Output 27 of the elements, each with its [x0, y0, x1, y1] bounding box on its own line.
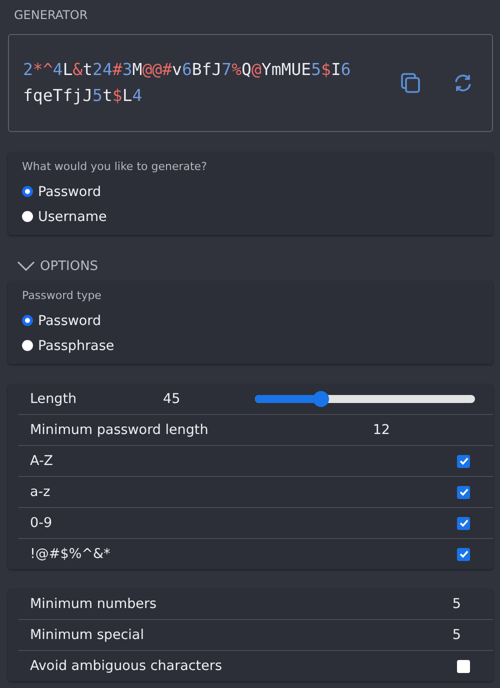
setting-label: a-z [30, 484, 50, 500]
setting-value: 45 [163, 391, 182, 407]
checkbox[interactable] [457, 660, 470, 672]
setting-label: Minimum special [30, 627, 144, 643]
setting-label: Minimum numbers [30, 596, 157, 612]
radio-option[interactable]: Password [22, 308, 102, 333]
number-field[interactable]: 5 [452, 596, 461, 612]
number-field[interactable]: 5 [452, 627, 461, 643]
setting-label: Minimum password length [30, 422, 208, 438]
checkbox[interactable] [457, 486, 470, 498]
radio-option[interactable]: Passphrase [22, 333, 114, 358]
setting-label: Length [30, 391, 78, 407]
radio-option[interactable]: Username [22, 204, 107, 229]
checkbox[interactable] [457, 454, 470, 468]
setting-label: A-Z [30, 453, 54, 469]
card-label: What would you like to generate? [22, 160, 208, 173]
chevron-icon [16, 260, 36, 272]
setting-label: 0-9 [30, 515, 52, 531]
card-label: Password type [22, 289, 102, 302]
section-title: GENERATOR [14, 8, 88, 22]
setting-label: Avoid ambiguous characters [30, 658, 222, 674]
options-toggle[interactable]: OPTIONS [0, 251, 98, 281]
setting-label: !@#$%^&* [30, 546, 110, 562]
checkbox[interactable] [457, 516, 470, 530]
checkbox[interactable] [457, 548, 470, 560]
radio-option[interactable]: Password [22, 179, 102, 204]
setting-value: 12 [372, 422, 390, 438]
